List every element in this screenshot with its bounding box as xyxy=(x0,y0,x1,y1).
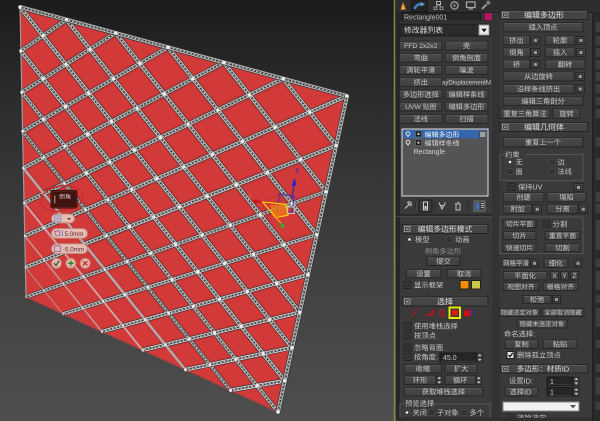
svg-text:ayDisplacementM: ayDisplacementM xyxy=(442,80,491,87)
svg-text:Rectangle001: Rectangle001 xyxy=(404,14,447,21)
svg-text:UV: UV xyxy=(532,183,542,192)
svg-text:ID: ID xyxy=(562,364,570,373)
svg-text::: : xyxy=(436,353,438,362)
svg-text:ID: ID xyxy=(524,387,531,396)
svg-text:Z: Z xyxy=(573,273,577,280)
svg-text:1: 1 xyxy=(550,379,554,386)
svg-text:X: X xyxy=(552,273,557,280)
svg-text:5.0mm: 5.0mm xyxy=(65,231,84,238)
svg-text:Y: Y xyxy=(562,273,567,280)
svg-text:1: 1 xyxy=(550,389,554,396)
svg-text:Z: Z xyxy=(295,169,299,175)
svg-text:ID:: ID: xyxy=(524,376,533,385)
svg-text:-5.0mm: -5.0mm xyxy=(63,247,84,254)
svg-text::: : xyxy=(533,330,535,339)
svg-text:UVW: UVW xyxy=(405,104,421,111)
svg-text:FFD 2x2x2: FFD 2x2x2 xyxy=(404,43,437,50)
svg-text:45.0: 45.0 xyxy=(443,355,457,362)
svg-text:Rectangle: Rectangle xyxy=(414,149,446,156)
